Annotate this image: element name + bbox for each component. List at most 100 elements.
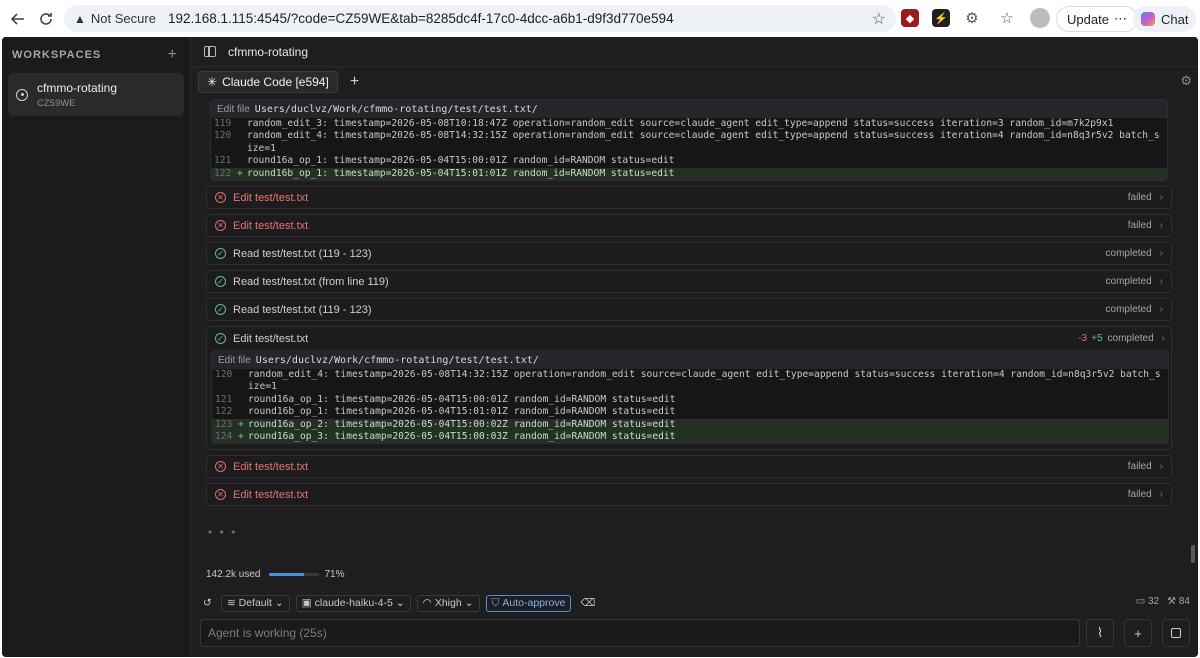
tab-bar: ✳ Claude Code [e594] + ⚙ [192, 67, 1198, 97]
tool-call-row[interactable]: ✕ Edit test/test.txt failed › [206, 455, 1172, 479]
workspaces-heading: WORKSPACES [12, 49, 102, 61]
chevron-right-icon: › [1159, 248, 1163, 260]
update-button[interactable]: Update ⋯ [1056, 6, 1138, 32]
diff-header: Edit file Users/duclvz/Work/cfmmo-rotati… [212, 351, 1168, 370]
tool-call-row[interactable]: ✓ Read test/test.txt (119 - 123) completed… [206, 242, 1172, 266]
working-dots: • • • [208, 525, 238, 539]
tab-claude-code[interactable]: ✳ Claude Code [e594] [198, 71, 338, 93]
row-status: completed [1105, 276, 1152, 288]
chevron-down-icon: ⌄ [274, 597, 284, 609]
eraser-icon[interactable]: ⌫ [577, 595, 598, 612]
model-label: claude-haiku-4-5 [314, 597, 393, 609]
tool-call-row[interactable]: ✕ Edit test/test.txt failed › [206, 186, 1172, 210]
diff-sign [237, 118, 247, 130]
address-bar[interactable]: ▲ Not Secure 192.168.1.115:4545/?code=CZ… [64, 5, 896, 32]
asterisk-icon: ✳ [207, 75, 218, 89]
layers-icon: ≋ [226, 597, 236, 609]
bookmark-star-icon[interactable]: ☆ [872, 9, 886, 29]
tools-stat: ⚒ 84 [1167, 596, 1190, 607]
diff-path: Users/duclvz/Work/cfmmo-rotating/test/te… [255, 354, 539, 366]
chevron-down-icon: ⌄ [395, 597, 405, 609]
effort-select[interactable]: ◠ Xhigh ⌄ [416, 594, 480, 612]
row-status: completed [1105, 304, 1152, 316]
diff-sign: + [238, 431, 244, 443]
add-workspace-icon[interactable]: + [168, 46, 178, 64]
tool-call-row[interactable]: ✕ Edit test/test.txt failed › [206, 483, 1172, 507]
copilot-icon [1141, 12, 1155, 26]
chevron-right-icon: › [1159, 220, 1163, 232]
x-circle-icon: ✕ [215, 461, 226, 473]
line-number: 119 [214, 118, 232, 129]
message-icon: ▭ [1135, 596, 1148, 607]
x-circle-icon: ✕ [215, 489, 226, 501]
line-text: round16a_op_3: timestamp=2026-05-04T15:0… [248, 431, 676, 443]
row-status: completed [1107, 333, 1154, 345]
line-text: round16b_op_1: timestamp=2026-05-04T15:0… [248, 406, 676, 418]
tool-call-row[interactable]: ✕ Edit test/test.txt failed › [206, 214, 1172, 238]
workspace-item[interactable]: cfmmo-rotating CZ59WE [8, 73, 184, 116]
usage-bar [268, 573, 319, 576]
scrollbar[interactable] [1191, 545, 1195, 563]
diff-label: Edit file [218, 354, 251, 366]
back-icon[interactable] [4, 5, 32, 33]
browser-toolbar: ▲ Not Secure 192.168.1.115:4545/?code=CZ… [0, 0, 1200, 37]
tool-call-row[interactable]: ✓ Read test/test.txt (from line 119) compl… [206, 270, 1172, 294]
history-icon[interactable]: ↺ [200, 595, 215, 612]
lightning-extension-icon[interactable]: ⚡ [932, 9, 950, 27]
mode-select[interactable]: ≋ Default ⌄ [220, 594, 290, 612]
row-label: Edit test/test.txt [233, 488, 309, 501]
line-text: round16a_op_1: timestamp=2026-05-04T15:0… [248, 393, 676, 405]
new-tab-icon[interactable]: + [350, 73, 359, 91]
diff-line-added: 124 + round16a_op_3: timestamp=2026-05-04T… [212, 431, 1168, 444]
diff-sign [238, 406, 248, 418]
ublock-icon[interactable]: ◆ [901, 9, 919, 27]
diff-label: Edit file [217, 103, 250, 115]
extensions-puzzle-icon[interactable]: ⚙ [963, 9, 981, 27]
chat-label: Chat [1161, 11, 1189, 27]
diff-sign: + [238, 418, 244, 430]
diff-header: Edit file Users/duclvz/Work/cfmmo-rotati… [211, 100, 1167, 118]
diff-line: 120 random_edit_4: timestamp=2026-05-08T1… [211, 130, 1167, 155]
line-text: random_edit_4: timestamp=2026-05-08T14:3… [247, 130, 1160, 154]
diff-sign [237, 155, 247, 167]
url-text[interactable]: 192.168.1.115:4545/?code=CZ59WE&tab=8285… [168, 11, 674, 26]
edit-row[interactable]: ✓ Edit test/test.txt -3 +5 completed › [207, 327, 1172, 350]
row-label: Edit test/test.txt [233, 191, 309, 204]
chevron-right-icon: › [1159, 304, 1163, 316]
warning-icon: ▲ [74, 11, 86, 26]
settings-gear-icon[interactable]: ⚙ [1180, 73, 1192, 89]
model-select[interactable]: ▣ claude-haiku-4-5 ⌄ [295, 594, 411, 612]
tool-call-row[interactable]: ✓ Read test/test.txt (119 - 123) completed… [206, 298, 1172, 322]
reading-list-icon[interactable]: ☆ [998, 9, 1016, 27]
diff-line: 120 random_edit_4: timestamp=2026-05-08T1… [212, 369, 1168, 394]
chevron-right-icon: › [1159, 461, 1163, 473]
mode-label: Default [238, 597, 272, 609]
add-button[interactable]: + [1124, 619, 1152, 647]
attach-button[interactable]: ⌇ [1086, 619, 1114, 647]
auto-approve-toggle[interactable]: ⛉ Auto-approve [485, 594, 572, 612]
update-label: Update [1067, 11, 1109, 27]
diff-sign: + [237, 167, 243, 179]
line-number: 121 [215, 393, 233, 405]
stop-button[interactable] [1162, 619, 1190, 647]
x-circle-icon: ✕ [215, 220, 226, 232]
topbar: cfmmo-rotating [192, 37, 1198, 67]
prompt-placeholder: Agent is working (25s) [208, 626, 327, 640]
toggle-sidebar-icon[interactable] [204, 46, 216, 57]
context-usage: 142.2k used 71% [206, 569, 345, 580]
usage-percent: 71% [324, 569, 345, 580]
row-label: Read test/test.txt (from line 119) [233, 275, 389, 288]
edit-card: ✓ Edit test/test.txt -3 +5 completed › E… [206, 326, 1172, 451]
diff-sign [238, 369, 248, 394]
check-circle-icon: ✓ [215, 248, 226, 260]
reload-icon[interactable] [32, 5, 60, 33]
security-label: Not Secure [90, 11, 156, 26]
chevron-right-icon: › [1159, 489, 1163, 501]
profile-avatar[interactable] [1030, 8, 1050, 28]
row-label: Edit test/test.txt [233, 219, 309, 232]
diff-line: 119 random_edit_3: timestamp=2026-05-08T1… [211, 118, 1167, 130]
diff-path: Users/duclvz/Work/cfmmo-rotating/test/te… [254, 103, 538, 115]
diff-view: Edit file Users/duclvz/Work/cfmmo-rotati… [210, 99, 1168, 182]
prompt-input[interactable]: Agent is working (25s) [200, 619, 1080, 647]
chat-button[interactable]: Chat [1133, 6, 1197, 32]
